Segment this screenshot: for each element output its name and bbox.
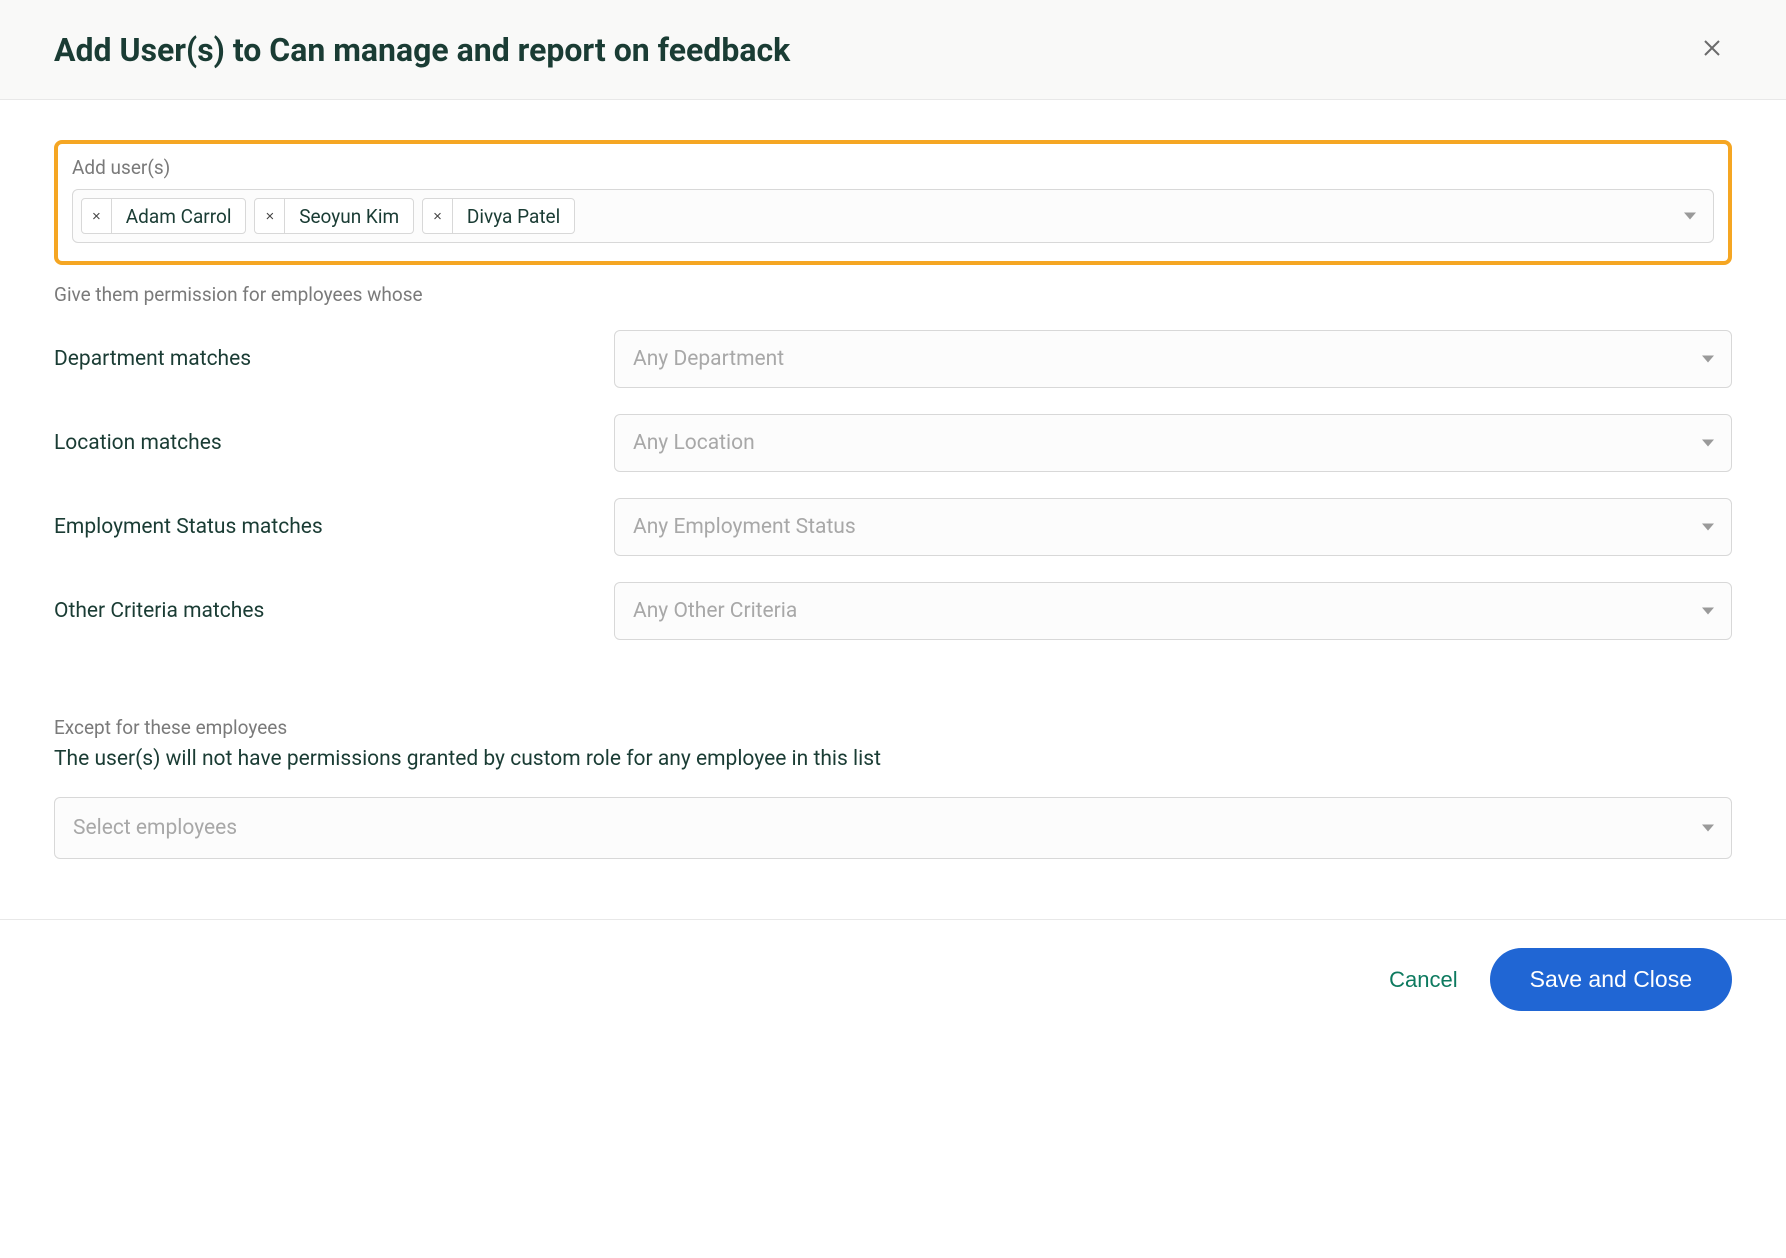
select-placeholder: Select employees	[73, 816, 237, 840]
select-placeholder: Any Location	[633, 431, 755, 455]
permission-intro: Give them permission for employees whose	[54, 283, 1732, 306]
select-placeholder: Any Employment Status	[633, 515, 856, 539]
exception-label: Except for these employees	[54, 716, 1732, 739]
exception-section: Except for these employees The user(s) w…	[54, 716, 1732, 859]
close-icon: ×	[92, 208, 101, 225]
chevron-down-icon	[1701, 434, 1715, 453]
other-criteria-select[interactable]: Any Other Criteria	[614, 582, 1732, 640]
remove-user-button[interactable]: ×	[82, 199, 112, 233]
user-chip: × Adam Carrol	[81, 198, 246, 234]
select-placeholder: Any Department	[633, 347, 784, 371]
modal-header: Add User(s) to Can manage and report on …	[0, 0, 1786, 100]
close-icon	[1700, 36, 1724, 63]
chevron-down-icon	[1701, 350, 1715, 369]
criteria-label: Location matches	[54, 431, 614, 455]
criteria-label: Department matches	[54, 347, 614, 371]
user-chip: × Divya Patel	[422, 198, 575, 234]
remove-user-button[interactable]: ×	[423, 199, 453, 233]
add-users-label: Add user(s)	[72, 156, 1714, 179]
close-icon: ×	[265, 208, 274, 225]
chevron-down-icon	[1683, 207, 1697, 226]
user-chip-label: Adam Carrol	[112, 199, 246, 233]
cancel-button[interactable]: Cancel	[1389, 967, 1457, 993]
save-and-close-button[interactable]: Save and Close	[1490, 948, 1732, 1011]
modal-title: Add User(s) to Can manage and report on …	[54, 31, 790, 69]
exception-employees-select[interactable]: Select employees	[54, 797, 1732, 859]
close-button[interactable]	[1692, 28, 1732, 71]
user-chip-label: Divya Patel	[453, 199, 574, 233]
criteria-label: Employment Status matches	[54, 515, 614, 539]
chevron-down-icon	[1701, 602, 1715, 621]
location-select[interactable]: Any Location	[614, 414, 1732, 472]
criteria-row-location: Location matches Any Location	[54, 414, 1732, 472]
add-users-highlight: Add user(s) × Adam Carrol × Seoyun Kim	[54, 140, 1732, 265]
remove-user-button[interactable]: ×	[255, 199, 285, 233]
chevron-down-icon	[1701, 819, 1715, 838]
select-placeholder: Any Other Criteria	[633, 599, 797, 623]
criteria-row-department: Department matches Any Department	[54, 330, 1732, 388]
criteria-label: Other Criteria matches	[54, 599, 614, 623]
add-users-modal: Add User(s) to Can manage and report on …	[0, 0, 1786, 1039]
modal-body: Add user(s) × Adam Carrol × Seoyun Kim	[0, 100, 1786, 919]
criteria-row-other-criteria: Other Criteria matches Any Other Criteri…	[54, 582, 1732, 640]
exception-description: The user(s) will not have permissions gr…	[54, 747, 1732, 771]
criteria-row-employment-status: Employment Status matches Any Employment…	[54, 498, 1732, 556]
employment-status-select[interactable]: Any Employment Status	[614, 498, 1732, 556]
add-users-input[interactable]: × Adam Carrol × Seoyun Kim × Divya Patel	[72, 189, 1714, 243]
modal-footer: Cancel Save and Close	[0, 919, 1786, 1039]
chevron-down-icon	[1701, 518, 1715, 537]
close-icon: ×	[433, 208, 442, 225]
department-select[interactable]: Any Department	[614, 330, 1732, 388]
user-chip: × Seoyun Kim	[254, 198, 414, 234]
user-chip-label: Seoyun Kim	[285, 199, 413, 233]
